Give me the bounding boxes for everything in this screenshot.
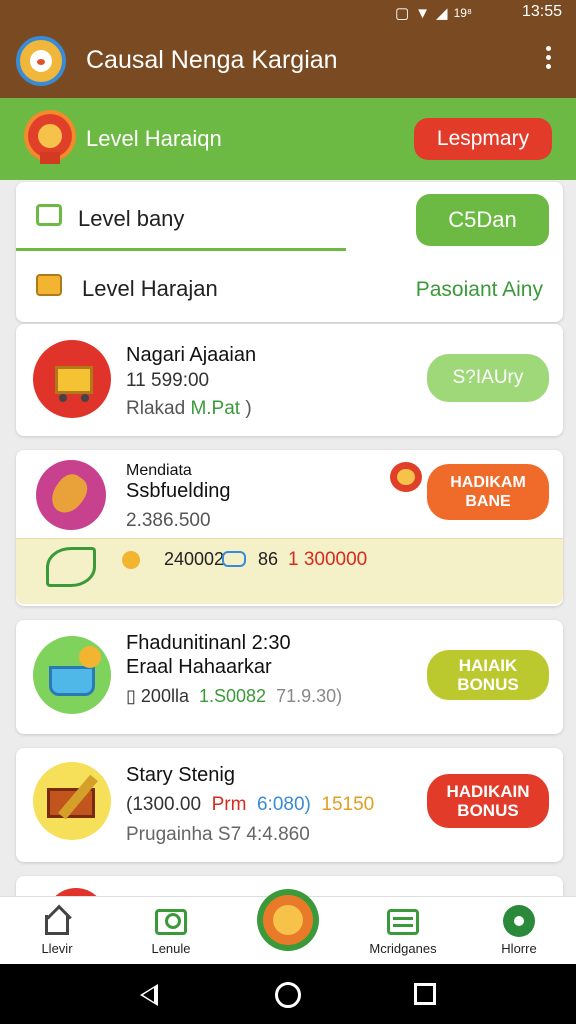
overflow-menu-icon[interactable]	[540, 46, 556, 76]
lock-icon: ▯	[126, 686, 136, 706]
item-amount: 11 599:00	[126, 370, 210, 391]
item-title: Ssbfuelding	[126, 480, 231, 502]
item-title: Fhadunitinanl 2:30	[126, 632, 291, 654]
cart-icon	[33, 762, 111, 840]
globe-icon	[501, 905, 537, 937]
tab-underline	[16, 248, 346, 251]
basket-icon	[33, 636, 111, 714]
level-title: Level Haraiqn	[86, 126, 222, 151]
system-navigation-bar	[0, 964, 576, 1024]
promo-value: 240002	[164, 549, 225, 569]
item-bonus-button[interactable]: HADIKAM BANE	[427, 464, 549, 520]
nav-label: Llevir	[41, 941, 73, 956]
tab-label: Level Harajan	[82, 276, 218, 301]
item-title: Stary Stenig	[126, 764, 235, 786]
recents-icon[interactable]	[414, 983, 436, 1005]
gift-icon	[36, 460, 106, 530]
nav-label: Lenule	[151, 941, 191, 956]
mascot-icon	[390, 462, 422, 492]
list-item[interactable]: Nagari Ajaaian 11 599:00 Rlakad M.Pat ) …	[16, 324, 563, 436]
promo-value: 86	[258, 549, 279, 569]
list-item[interactable]: Fhadunitinanl 2:30 Eraal Hahaarkar ▯ 200…	[16, 620, 563, 734]
home-icon	[39, 904, 75, 935]
signal-icon: ◢	[436, 5, 448, 22]
bottom-navigation: Llevir Lenule Mcridganes Hlorre	[0, 889, 576, 964]
chart-icon	[36, 204, 62, 226]
item-bonus-button[interactable]: HAIAIK BONUS	[427, 650, 549, 700]
app-bar: Causal Nenga Kargian	[0, 24, 576, 98]
list-item[interactable]: Stary Stenig (1300.00 Prm 6:080) 15150 P…	[16, 748, 563, 862]
wallet-icon	[36, 274, 62, 296]
app-logo	[16, 36, 66, 86]
nav-hlorre[interactable]: Hlorre	[464, 905, 574, 956]
tab-label: Level bany	[78, 206, 185, 231]
item-action-button[interactable]: S?IAUry	[427, 354, 549, 402]
item-stats: ▯ 200lla 1.S0082 71.9.30)	[126, 686, 343, 706]
nav-label: Hlorre	[501, 941, 537, 956]
shopping-cart-icon	[33, 340, 111, 418]
nav-home[interactable]: Llevir	[2, 904, 112, 956]
vibrate-icon: ▢	[394, 5, 410, 22]
nav-mcridganes[interactable]: Mcridganes	[348, 905, 458, 956]
promo-strip: 240002 86 1 300000	[16, 538, 563, 604]
nav-label: Mcridganes	[369, 941, 437, 956]
item-subtitle: Eraal Hahaarkar	[126, 656, 272, 678]
wifi-icon: ▼	[415, 4, 431, 22]
item-title-small: Mendiata	[126, 462, 192, 479]
app-title: Causal Nenga Kargian	[86, 46, 338, 74]
tab-level-harajan[interactable]: Level Harajan Pasoiant Ainy	[16, 252, 563, 322]
item-amount: 2.386.500	[126, 510, 211, 531]
home-circle-icon[interactable]	[275, 982, 301, 1008]
nav-center-mascot-icon[interactable]	[257, 889, 319, 951]
status-time: 13:55	[521, 3, 562, 20]
level-banner: Level Haraiqn Lespmary	[0, 98, 576, 180]
list-icon	[385, 905, 421, 935]
level-banner-button[interactable]: Lespmary	[414, 118, 552, 160]
tab-level-bany[interactable]: Level bany C5Dan	[16, 182, 563, 252]
tab-link[interactable]: Pasoiant Ainy	[416, 278, 543, 302]
status-bar: ▢ ▼ ◢ 19⁸ 13:55	[0, 0, 576, 24]
promo-value-highlight: 1 300000	[288, 549, 368, 570]
level-tabs-card: Level bany C5Dan Level Harajan Pasoiant …	[16, 182, 563, 322]
coin-icon	[122, 551, 140, 569]
signal-text: 19⁸	[453, 6, 472, 20]
leaf-icon	[46, 547, 96, 587]
coin-screen-icon	[153, 905, 189, 935]
item-title: Nagari Ajaaian	[126, 344, 257, 366]
item-subtitle: Prugainha S7 4:4.860	[126, 824, 310, 845]
item-stats: (1300.00 Prm 6:080) 15150	[126, 794, 375, 815]
toggle-icon	[222, 551, 246, 567]
nav-lenule[interactable]: Lenule	[116, 905, 226, 956]
item-bonus-button[interactable]: HADIKAIN BONUS	[427, 774, 549, 828]
item-subtitle: Rlakad M.Pat )	[126, 398, 252, 419]
list-item[interactable]: Mendiata Ssbfuelding 2.386.500 HADIKAM B…	[16, 450, 563, 606]
tab-action-button[interactable]: C5Dan	[416, 194, 549, 246]
back-icon[interactable]	[140, 984, 158, 1006]
ribbon-icon	[40, 152, 60, 164]
